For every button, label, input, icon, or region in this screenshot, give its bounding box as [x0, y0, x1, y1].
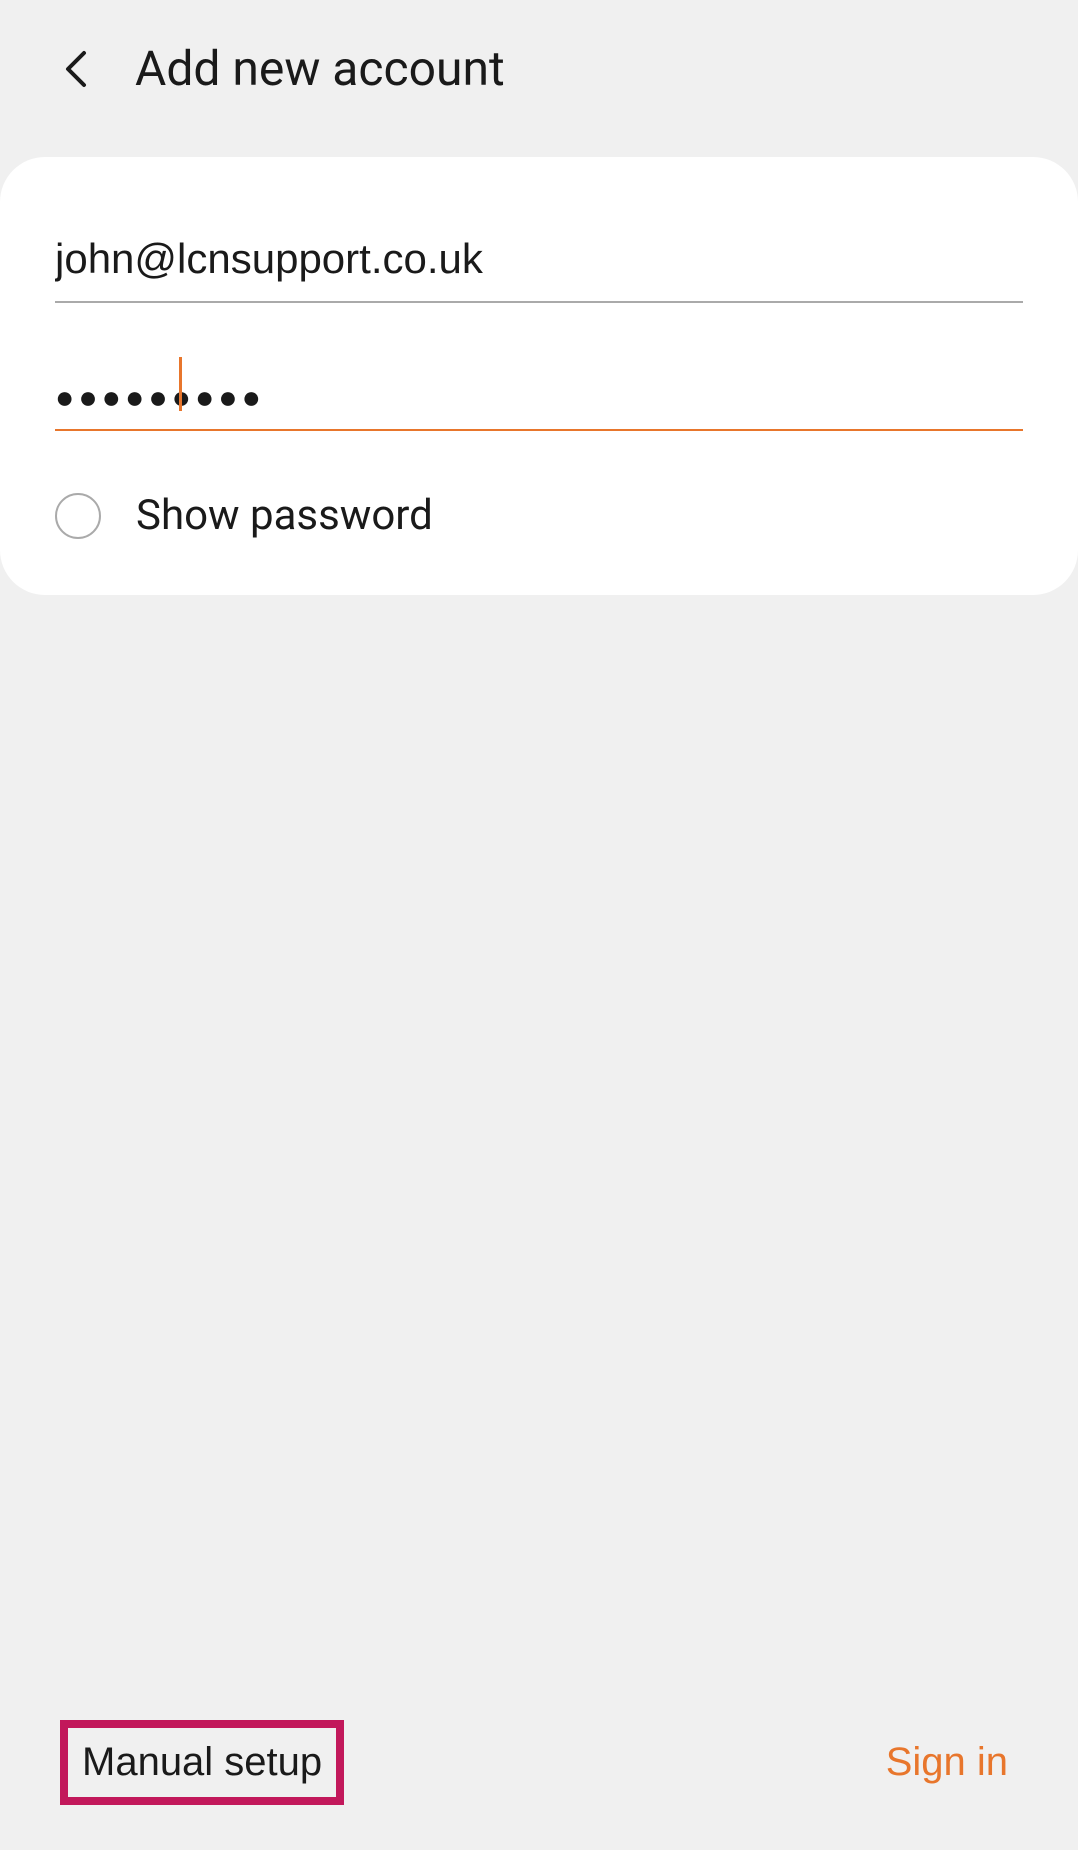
password-mask: ●●●●●●●●●: [55, 381, 265, 413]
bottom-bar: Manual setup Sign in: [0, 1685, 1078, 1850]
signin-button[interactable]: Sign in: [886, 1740, 1018, 1785]
show-password-row[interactable]: Show password: [55, 491, 1023, 540]
password-field[interactable]: ●●●●●●●●●: [55, 363, 1023, 431]
manual-setup-button[interactable]: Manual setup: [82, 1740, 322, 1785]
text-cursor: [179, 357, 182, 411]
show-password-checkbox[interactable]: [55, 493, 101, 539]
password-input-group: ●●●●●●●●●: [55, 363, 1023, 431]
email-input-group: [55, 227, 1023, 303]
login-card: ●●●●●●●●● Show password: [0, 157, 1078, 595]
manual-setup-highlight: Manual setup: [60, 1720, 344, 1805]
show-password-label: Show password: [136, 491, 433, 540]
back-icon[interactable]: [55, 49, 95, 89]
email-field[interactable]: [55, 227, 1023, 303]
header: Add new account: [0, 0, 1078, 127]
page-title: Add new account: [135, 40, 505, 97]
